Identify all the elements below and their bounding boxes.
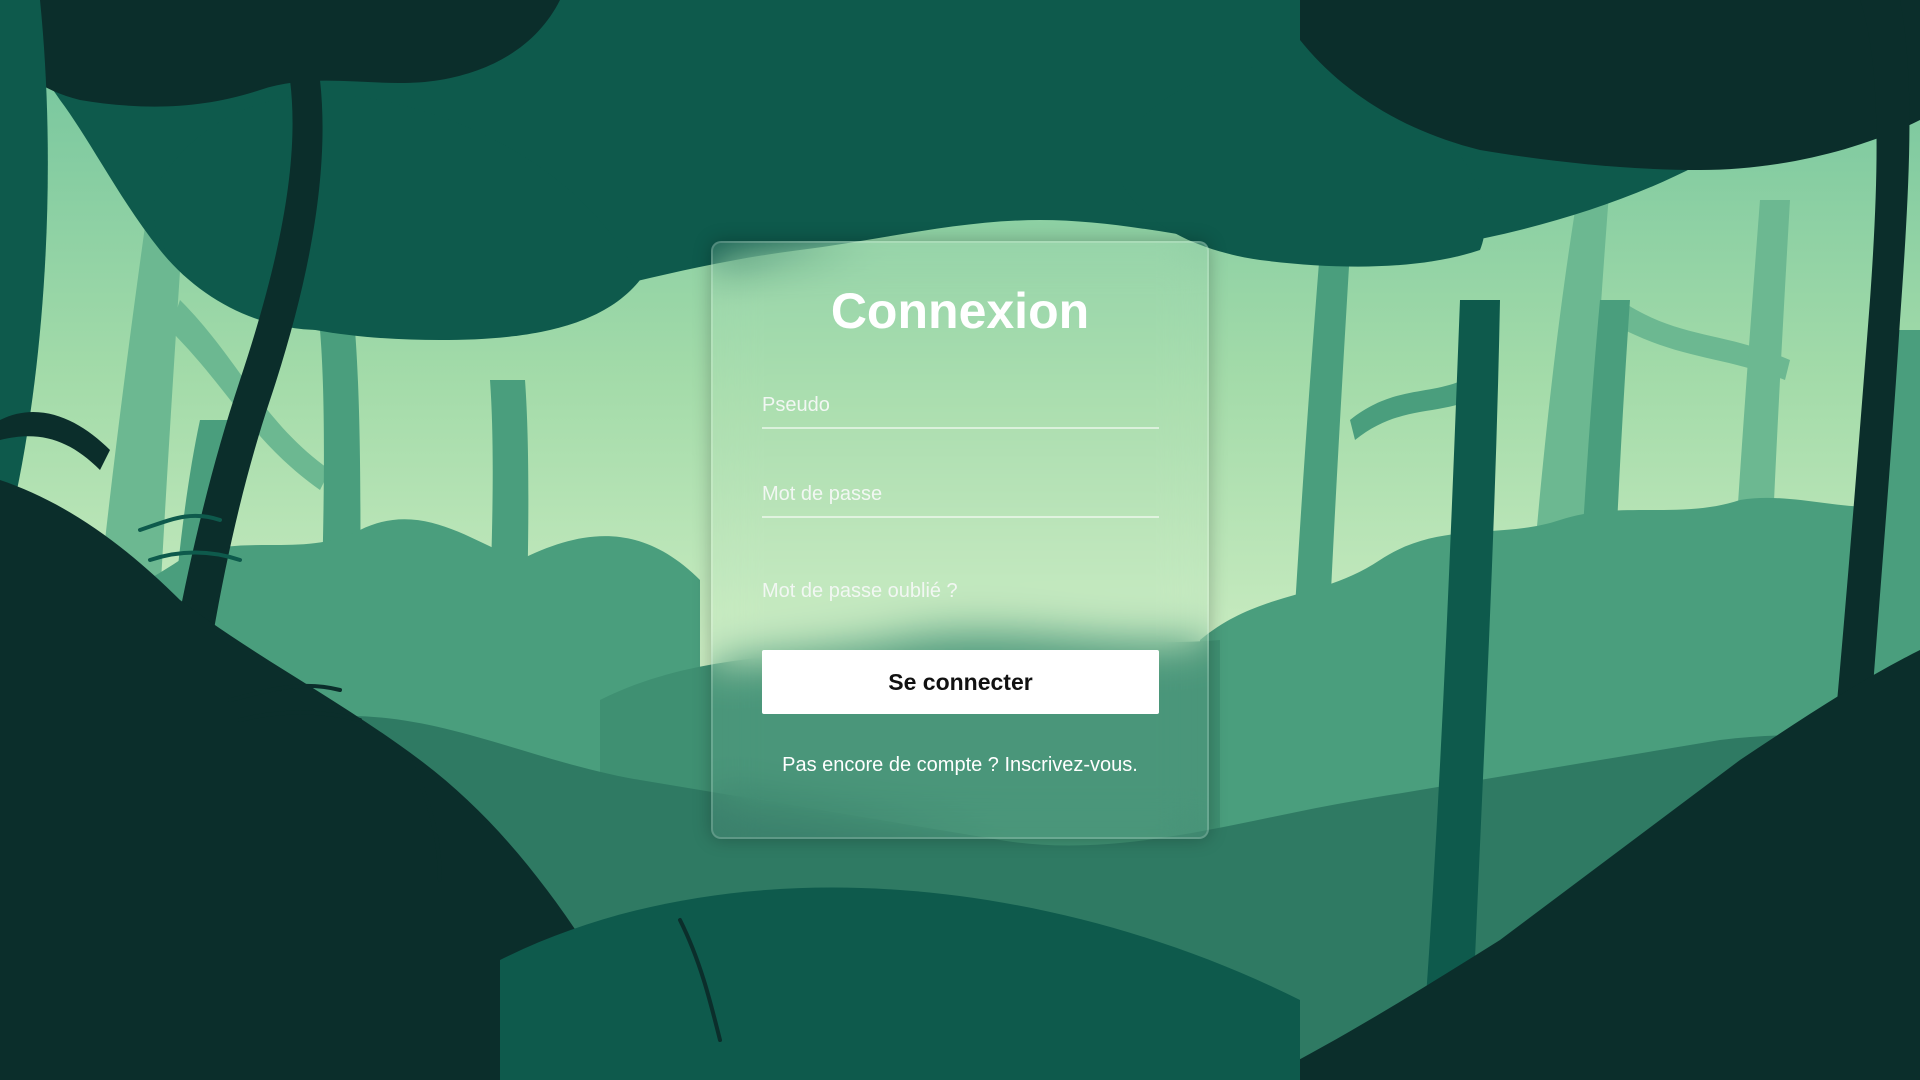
forgot-password-link[interactable]: Mot de passe oublié ? (762, 579, 958, 603)
password-input[interactable] (762, 472, 1159, 516)
login-button[interactable]: Se connecter (762, 650, 1159, 714)
signup-link[interactable]: Inscrivez-vous. (1004, 754, 1137, 776)
signup-prompt: Pas encore de compte ? (782, 754, 1005, 776)
login-card: Connexion Mot de passe oublié ? Se conne… (711, 241, 1209, 839)
signup-row: Pas encore de compte ? Inscrivez-vous. (713, 753, 1207, 777)
username-input[interactable] (762, 383, 1159, 427)
login-title: Connexion (830, 283, 1090, 339)
username-field (762, 383, 1159, 429)
password-field (762, 472, 1159, 518)
